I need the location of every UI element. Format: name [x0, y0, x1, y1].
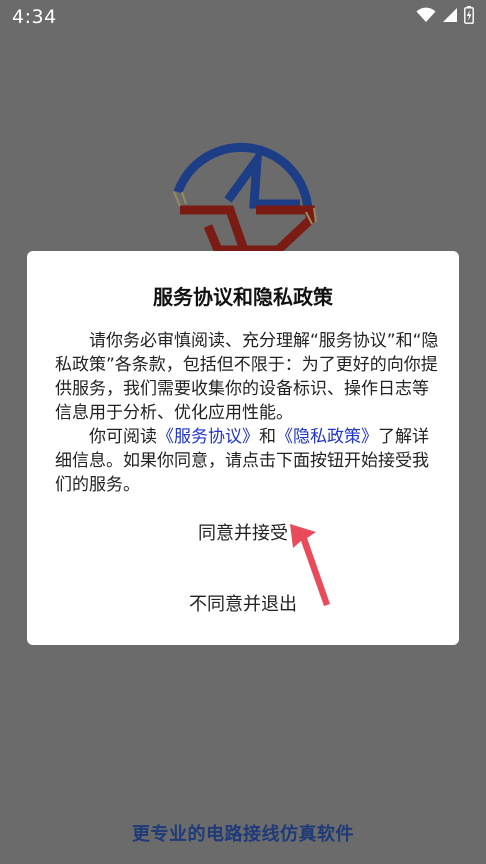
- paragraph-2-and: 和: [259, 427, 276, 447]
- wifi-icon: [416, 7, 436, 23]
- dialog-title: 服务协议和隐私政策: [153, 285, 333, 309]
- decline-button[interactable]: 不同意并退出: [27, 590, 459, 616]
- status-bar: 4:34: [0, 0, 486, 34]
- paragraph-2-prefix: 你可阅读: [89, 427, 157, 447]
- privacy-policy-link[interactable]: 《隐私政策》: [276, 427, 378, 447]
- app-logo: [160, 132, 330, 262]
- accept-button[interactable]: 同意并接受: [27, 519, 459, 545]
- service-agreement-link[interactable]: 《服务协议》: [157, 427, 259, 447]
- battery-charging-icon: [464, 6, 474, 24]
- cellular-signal-icon: [442, 7, 458, 23]
- annotation-arrow-icon: [286, 522, 336, 608]
- footer-tagline: 更专业的电路接线仿真软件: [132, 824, 354, 845]
- dialog-paragraph-1: 请你务必审慎阅读、充分理解“服务协议”和“隐私政策”各条款，包括但不限于：为了更…: [55, 331, 439, 423]
- privacy-dialog: 服务协议和隐私政策 请你务必审慎阅读、充分理解“服务协议”和“隐私政策”各条款，…: [27, 251, 459, 645]
- status-time: 4:34: [12, 6, 57, 28]
- status-icons: [416, 6, 474, 24]
- dialog-paragraph-2: 你可阅读《服务协议》和《隐私政策》了解详细信息。如果你同意，请点击下面按钮开始接…: [55, 425, 439, 497]
- dialog-body: 请你务必审慎阅读、充分理解“服务协议”和“隐私政策”各条款，包括但不限于：为了更…: [55, 329, 439, 497]
